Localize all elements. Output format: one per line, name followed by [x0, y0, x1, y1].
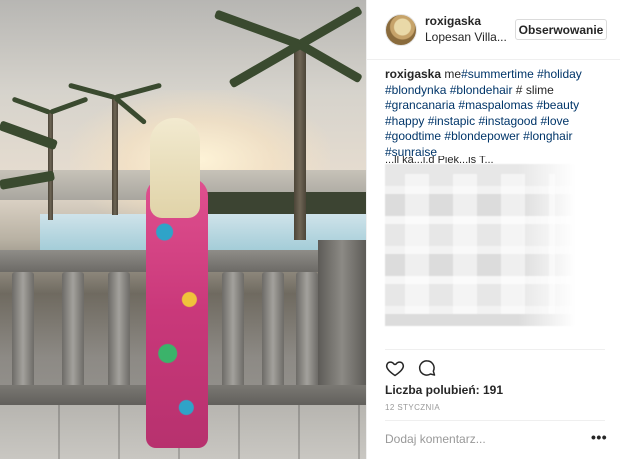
hashtag-link[interactable]: #longhair [523, 129, 572, 143]
hashtag-link[interactable]: #blondepower [444, 129, 519, 143]
hashtag-link[interactable]: #blondynka [385, 83, 446, 97]
avatar[interactable] [385, 13, 417, 46]
likes-count[interactable]: Liczba polubień: 191 [385, 383, 503, 397]
hashtag-link[interactable]: #blondehair [450, 83, 513, 97]
hashtag-link[interactable]: #beauty [536, 98, 579, 112]
floral-dress [146, 178, 208, 448]
hashtag-link[interactable]: #instapic [428, 114, 475, 128]
divider [385, 349, 605, 350]
baluster [108, 272, 130, 390]
blonde-hair [150, 118, 200, 218]
caption-text: me [444, 67, 462, 81]
palm-frond [228, 40, 303, 89]
hashtag-link[interactable]: #summertime [461, 67, 534, 81]
palm-frond [213, 9, 302, 49]
hashtag-link[interactable]: #love [541, 114, 570, 128]
palm-frond [297, 40, 363, 84]
blurred-comments [385, 164, 575, 326]
baluster [12, 272, 34, 390]
palm-tree [294, 40, 306, 240]
instagram-post: roxigaska Lopesan Villa... Obserwowanie … [0, 0, 620, 459]
palm-frond [297, 5, 363, 49]
woman-in-dress [140, 118, 220, 448]
caption-author-link[interactable]: roxigaska [385, 67, 441, 81]
hashtag-link[interactable]: #goodtime [385, 129, 441, 143]
baluster [296, 272, 318, 390]
post-photo[interactable] [0, 0, 366, 459]
palm-tree [48, 110, 53, 220]
hashtag-link[interactable]: #happy [385, 114, 424, 128]
palm-frond [11, 96, 51, 115]
partial-comment: ...ll ká...i.d Piek...is T... [385, 156, 494, 164]
hashtag-link[interactable]: #maspalomas [458, 98, 533, 112]
post-header: roxigaska Lopesan Villa... Obserwowanie [367, 0, 620, 60]
baluster [62, 272, 84, 390]
hashtag-link[interactable]: #grancanaria [385, 98, 455, 112]
hashtag-link[interactable]: #holiday [537, 67, 582, 81]
heart-icon[interactable] [385, 358, 405, 378]
baluster [262, 272, 284, 390]
caption-text: # [515, 82, 523, 97]
hashtag-link[interactable]: #instagood [478, 114, 537, 128]
comment-icon[interactable] [417, 358, 437, 378]
add-comment-input[interactable] [385, 430, 575, 448]
following-button[interactable]: Obserwowanie [515, 19, 607, 40]
more-options-icon[interactable]: ••• [591, 430, 607, 444]
post-caption: roxigaska me#summertime #holiday #blondy… [385, 67, 605, 160]
palm-tree [112, 95, 118, 215]
post-side-panel: roxigaska Lopesan Villa... Obserwowanie … [366, 0, 620, 459]
baluster [222, 272, 244, 390]
caption-text: slime [525, 82, 554, 97]
divider [385, 420, 605, 421]
action-bar [385, 358, 437, 378]
post-date[interactable]: 12 STYCZNIA [385, 403, 440, 412]
